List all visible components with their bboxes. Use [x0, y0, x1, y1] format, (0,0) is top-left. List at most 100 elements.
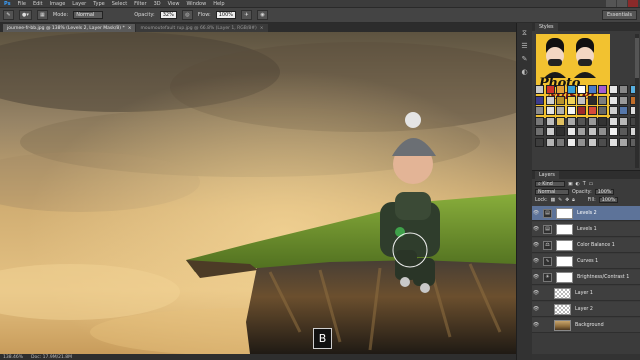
menu-image[interactable]: Image [50, 1, 66, 7]
layer-mask-thumbnail[interactable] [556, 239, 573, 251]
menu-edit[interactable]: Edit [33, 1, 43, 7]
style-swatch[interactable] [556, 127, 565, 136]
style-swatch[interactable] [535, 116, 544, 126]
image-canvas[interactable] [0, 32, 516, 354]
style-swatch[interactable] [566, 106, 576, 115]
tab-document-1[interactable]: journee-fr-bb.jpg @ 138% (Levels 2, Laye… [3, 24, 136, 32]
style-swatch[interactable] [619, 116, 628, 126]
pressure-size-icon[interactable]: ◉ [257, 10, 268, 20]
style-swatch[interactable] [545, 127, 555, 136]
layer-thumbnail[interactable] [554, 287, 571, 299]
style-swatch[interactable] [577, 95, 586, 105]
style-swatch[interactable] [545, 106, 555, 115]
style-swatch[interactable] [587, 106, 597, 115]
style-swatch[interactable] [535, 127, 544, 136]
visibility-eye-icon[interactable]: 👁︎ [532, 290, 540, 296]
layer-mask-thumbnail[interactable] [556, 223, 573, 235]
style-swatch[interactable] [598, 95, 607, 105]
tab-document-2[interactable]: moumoutefault rup.jpg @ 66.8% (Layer 1, … [136, 24, 268, 32]
visibility-eye-icon[interactable]: 👁︎ [532, 242, 540, 248]
style-swatch[interactable] [556, 137, 565, 147]
pressure-opacity-icon[interactable]: ◎ [181, 10, 193, 20]
workspace-switcher[interactable]: Essentials [601, 10, 637, 20]
style-swatch[interactable] [556, 85, 565, 94]
style-swatch[interactable] [587, 116, 597, 126]
history-icon[interactable]: ⧖ [522, 29, 527, 37]
style-swatch[interactable] [608, 127, 618, 136]
layer-row[interactable]: 👁︎ Layer 1 [532, 286, 640, 301]
visibility-eye-icon[interactable]: 👁︎ [532, 322, 540, 328]
menu-window[interactable]: Window [186, 1, 206, 7]
menu-view[interactable]: View [168, 1, 180, 7]
layer-row[interactable]: 👁︎ ☀ Brightness/Contrast 1 [532, 270, 640, 285]
style-swatch[interactable] [598, 106, 607, 115]
filter-kind-select[interactable]: ⌕ Kind [535, 181, 565, 187]
layer-row[interactable]: 👁︎ Background [532, 318, 640, 333]
brush-presets-icon[interactable]: ✎ [522, 55, 528, 63]
style-swatch[interactable] [577, 116, 586, 126]
layer-row[interactable]: 👁︎ ▤ Levels 2 [532, 206, 640, 221]
style-swatch[interactable] [587, 95, 597, 105]
style-swatch[interactable] [608, 95, 618, 105]
visibility-eye-icon[interactable]: 👁︎ [532, 210, 540, 216]
style-swatch[interactable] [566, 127, 576, 136]
layer-mask-thumbnail[interactable] [556, 207, 573, 219]
layer-row[interactable]: 👁︎ ∿ Curves 1 [532, 254, 640, 269]
maximize-button[interactable] [617, 0, 627, 7]
close-icon[interactable]: × [128, 26, 132, 31]
visibility-eye-icon[interactable]: 👁︎ [532, 258, 540, 264]
style-swatch[interactable] [598, 85, 607, 94]
zoom-level[interactable]: 138.46% [3, 355, 23, 360]
style-swatch[interactable] [598, 137, 607, 147]
airbrush-icon[interactable]: ✈ [241, 10, 252, 20]
flow-input[interactable]: 100% [215, 11, 236, 19]
visibility-eye-icon[interactable]: 👁︎ [532, 226, 540, 232]
lock-move-icon[interactable]: ✥ [565, 198, 569, 203]
filter-shape-icon[interactable]: ▭ [589, 182, 594, 187]
layer-thumbnail[interactable] [554, 319, 571, 331]
style-swatch[interactable] [587, 127, 597, 136]
mode-select[interactable]: Normal [73, 11, 104, 19]
style-swatch[interactable] [566, 95, 576, 105]
style-swatch[interactable] [619, 137, 628, 147]
menu-help[interactable]: Help [213, 1, 224, 7]
brush-panel-toggle-icon[interactable]: ▦ [36, 10, 48, 20]
style-swatch[interactable] [545, 85, 555, 94]
filter-type-icon[interactable]: T [583, 182, 586, 187]
menu-3d[interactable]: 3D [154, 1, 161, 7]
style-swatch[interactable] [577, 85, 586, 94]
styles-scrollbar[interactable] [635, 34, 639, 168]
style-swatch[interactable] [608, 85, 618, 94]
close-window-button[interactable] [628, 0, 638, 7]
style-swatch[interactable] [619, 106, 628, 115]
style-swatch[interactable] [535, 95, 544, 105]
style-swatch[interactable] [535, 85, 544, 94]
style-swatch[interactable] [545, 116, 555, 126]
style-swatch[interactable] [545, 95, 555, 105]
layer-row[interactable]: 👁︎ Layer 2 [532, 302, 640, 317]
layer-row[interactable]: 👁︎ ⚖ Color Balance 1 [532, 238, 640, 253]
style-swatch[interactable] [556, 106, 565, 115]
style-swatch[interactable] [566, 85, 576, 94]
style-swatch[interactable] [556, 116, 565, 126]
layer-mask-thumbnail[interactable] [556, 271, 573, 283]
style-swatch[interactable] [608, 106, 618, 115]
style-swatch[interactable] [566, 137, 576, 147]
style-swatch[interactable] [545, 137, 555, 147]
layer-mask-thumbnail[interactable] [556, 255, 573, 267]
tab-styles[interactable]: Styles [535, 23, 558, 31]
style-swatch[interactable] [535, 106, 544, 115]
scrollbar-thumb[interactable] [635, 38, 639, 78]
style-swatch[interactable] [556, 95, 565, 105]
menu-layer[interactable]: Layer [72, 1, 86, 7]
blend-mode-select[interactable]: Normal [535, 189, 569, 195]
menu-file[interactable]: File [18, 1, 26, 7]
opacity-input[interactable]: 32% [159, 11, 177, 19]
style-swatch[interactable] [619, 85, 628, 94]
visibility-eye-icon[interactable]: 👁︎ [532, 274, 540, 280]
menu-type[interactable]: Type [93, 1, 104, 7]
brush-size-picker[interactable]: ●▾ [19, 10, 32, 20]
brush-tool-preset-icon[interactable]: ✎ [3, 10, 14, 20]
style-swatch[interactable] [587, 137, 597, 147]
style-swatch[interactable] [577, 137, 586, 147]
